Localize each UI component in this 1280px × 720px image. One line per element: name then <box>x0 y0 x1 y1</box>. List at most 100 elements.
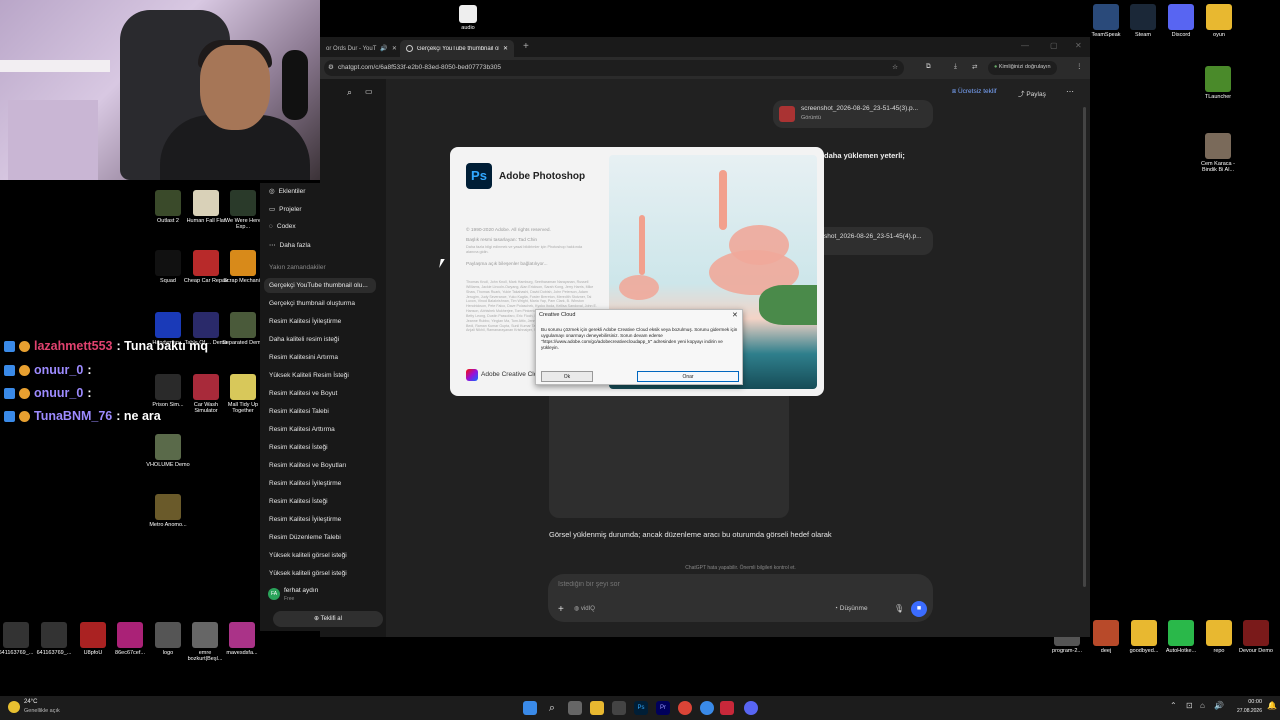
desktop-icon[interactable]: mavesdsfa... <box>218 622 266 656</box>
recent-chat-item[interactable]: Resim Kalitesi İyileştirme <box>269 480 341 487</box>
desktop-icon-audio[interactable]: audio <box>444 5 492 31</box>
recent-chat-item[interactable]: Resim Kalitesi İyileştirme <box>269 516 341 523</box>
sidebar-toggle-icon[interactable]: ▭ <box>365 87 373 96</box>
recent-chat-item[interactable]: Resim Kalitesi İsteği <box>269 498 328 505</box>
desktop-icon[interactable]: Cem Karaca - Bindik Bi Al... <box>1194 133 1242 174</box>
chat-username: lazahmett553 <box>34 339 113 353</box>
desktop-icon[interactable]: oyun <box>1195 4 1243 38</box>
ok-button[interactable]: Ok <box>541 371 593 382</box>
app-icon[interactable] <box>612 701 626 715</box>
tray-icon[interactable]: ⊡ <box>1186 701 1193 710</box>
url-field[interactable]: ⚙ chatgpt.com/c/6a8f533f-e2b0-83ed-8050-… <box>324 60 904 76</box>
premiere-taskbar-icon[interactable]: Pr <box>656 701 670 715</box>
new-tab-button[interactable]: + <box>523 41 529 52</box>
sidebar-nav-item[interactable]: ▭ Projeler <box>269 205 302 213</box>
app-icon <box>193 250 219 276</box>
weather-desc[interactable]: Genellikle açık <box>24 708 60 714</box>
webcam-overlay <box>0 0 320 180</box>
recent-chat-item[interactable]: Resim Kalitesi ve Boyut <box>269 390 337 397</box>
app-icon <box>155 494 181 520</box>
app-icon <box>155 374 181 400</box>
tab-chatgpt[interactable]: Gerçekçi YouTube thumbnail ol ✕ <box>400 40 514 57</box>
close-icon[interactable]: ✕ <box>732 311 738 319</box>
desktop-icon[interactable]: Devour Demo <box>1232 620 1280 654</box>
recent-chat-item[interactable]: Resim Kalitesi Talebi <box>269 408 329 415</box>
app-icon <box>230 190 256 216</box>
extensions-icon[interactable]: ⧉ <box>926 63 931 71</box>
translate-icon[interactable]: ⇄ <box>972 63 977 71</box>
minimize-button[interactable]: — <box>1021 41 1029 50</box>
app-icon <box>41 622 67 648</box>
bookmark-star-icon[interactable]: ☆ <box>892 63 898 71</box>
task-view-icon[interactable] <box>568 701 582 715</box>
recent-chat-item[interactable]: Resim Kalitesi İsteği <box>269 444 328 451</box>
close-icon[interactable]: ✕ <box>503 45 508 52</box>
volume-icon[interactable]: 🔊 <box>1214 701 1224 710</box>
obs-taskbar-icon[interactable] <box>720 701 734 715</box>
windows-start-icon[interactable] <box>523 701 537 715</box>
vidiq-tool[interactable]: ◍ vidIQ <box>574 605 595 612</box>
app-icon <box>1206 4 1232 30</box>
maximize-button[interactable]: ▢ <box>1050 41 1058 50</box>
generated-image-placeholder[interactable] <box>549 385 789 518</box>
steam-taskbar-icon[interactable] <box>700 701 714 715</box>
close-icon[interactable]: ✕ <box>392 45 397 52</box>
app-icon <box>80 622 106 648</box>
discord-taskbar-icon[interactable] <box>744 701 758 715</box>
weather-temp[interactable]: 24°C <box>24 699 37 705</box>
desktop-icon[interactable]: TLauncher <box>1194 66 1242 100</box>
recent-chat-item[interactable]: Gerçekçi YouTube thumbnail olu... <box>264 278 376 293</box>
sidebar-nav-item[interactable]: ⋯ Daha fazla <box>269 241 311 249</box>
free-offer-link[interactable]: ⧈ Ücretsiz teklif <box>952 88 997 96</box>
attachment-card-2[interactable]: shot_2026-08-26_23-51-45(4).p... <box>818 227 933 255</box>
voice-mode-button[interactable]: ■ <box>911 601 927 617</box>
sidebar-nav-item[interactable]: ◎ Eklentiler <box>269 187 305 195</box>
recent-chat-item[interactable]: Yüksek kaliteli görsel isteği <box>269 552 347 559</box>
share-button[interactable]: ⤴ Paylaş <box>1018 88 1046 98</box>
notification-bell-icon[interactable]: 🔔 <box>1267 701 1277 710</box>
more-options-icon[interactable]: ⋯ <box>1066 87 1074 96</box>
search-icon[interactable]: ⌕ <box>545 701 559 715</box>
chrome-icon[interactable] <box>678 701 692 715</box>
dialog-message: Bu sorunu çözmek için gerekli Adobe Crea… <box>541 327 738 350</box>
file-explorer-icon[interactable] <box>590 701 604 715</box>
recent-chat-item[interactable]: Resim Kalitesi Arttırma <box>269 426 335 433</box>
add-attachment-icon[interactable]: + <box>558 604 564 615</box>
think-toggle[interactable]: ◔ Düşünme <box>834 605 868 612</box>
attachment-card[interactable]: screenshot_2026-08-26_23-51-45(3).p... G… <box>773 100 933 128</box>
user-message: daha yüklemen yeterli; <box>824 151 905 160</box>
clock-date[interactable]: 27.08.2026 <box>1226 708 1262 714</box>
microphone-icon[interactable]: 🎙 <box>894 604 904 613</box>
recent-chat-item[interactable]: Resim Kalitesini Artırma <box>269 354 338 361</box>
tool-icon: ◍ <box>574 606 580 612</box>
search-icon[interactable]: ⌕ <box>347 87 352 98</box>
photoshop-taskbar-icon[interactable]: Ps <box>634 701 648 715</box>
recent-chat-item[interactable]: Daha kaliteli resim isteği <box>269 336 339 343</box>
recent-chat-item[interactable]: Resim Kalitesi İyileştirme <box>269 318 341 325</box>
chat-history-sidebar: ◎ Eklentiler ▭ Projeler ◌ Codex ⋯ Daha fazla Ya… <box>260 183 386 631</box>
network-icon[interactable]: ⌂ <box>1200 701 1205 710</box>
verify-identity-chip[interactable]: ● Kimliğinizi doğrulayın <box>988 61 1057 75</box>
recent-chat-item[interactable]: Yüksek Kaliteli Resim İsteği <box>269 372 349 379</box>
clock-time[interactable]: 00:00 <box>1230 699 1262 705</box>
sidebar-nav-item[interactable]: ◌ Codex <box>269 223 296 230</box>
close-window-button[interactable]: ✕ <box>1075 41 1082 50</box>
recent-chat-item[interactable]: Gerçekçi thumbnail oluşturma <box>269 300 355 307</box>
upgrade-button[interactable]: ⊕ Teklifi al <box>273 611 383 627</box>
app-icon <box>1206 620 1232 646</box>
badge-icon <box>4 410 15 422</box>
recent-chat-item[interactable]: Resim Kalitesi ve Boyutları <box>269 462 346 469</box>
desktop-icon[interactable]: Metro Anomo... <box>144 494 192 528</box>
recent-chat-item[interactable]: Resim Düzenleme Talebi <box>269 534 341 541</box>
user-profile[interactable]: FA ferhat aydın Free <box>266 584 382 602</box>
menu-kebab-icon[interactable]: ⋮ <box>1076 62 1083 70</box>
chevron-up-icon[interactable]: ⌃ <box>1170 701 1177 710</box>
page-scrollbar[interactable] <box>1083 107 1086 587</box>
download-icon[interactable]: ⤓ <box>954 63 957 71</box>
prompt-input[interactable] <box>558 581 858 588</box>
desktop-icon[interactable]: VHOLUME Demo <box>144 434 192 468</box>
tab-youtube[interactable]: or Ords Dur - YouT 🔊 ✕ <box>320 40 403 57</box>
recent-chat-item[interactable]: Yüksek kaliteli görsel isteği <box>269 570 347 577</box>
chat-composer[interactable]: + ◍ vidIQ ◔ Düşünme 🎙 ■ <box>548 574 933 622</box>
repair-button[interactable]: Onar <box>637 371 739 382</box>
